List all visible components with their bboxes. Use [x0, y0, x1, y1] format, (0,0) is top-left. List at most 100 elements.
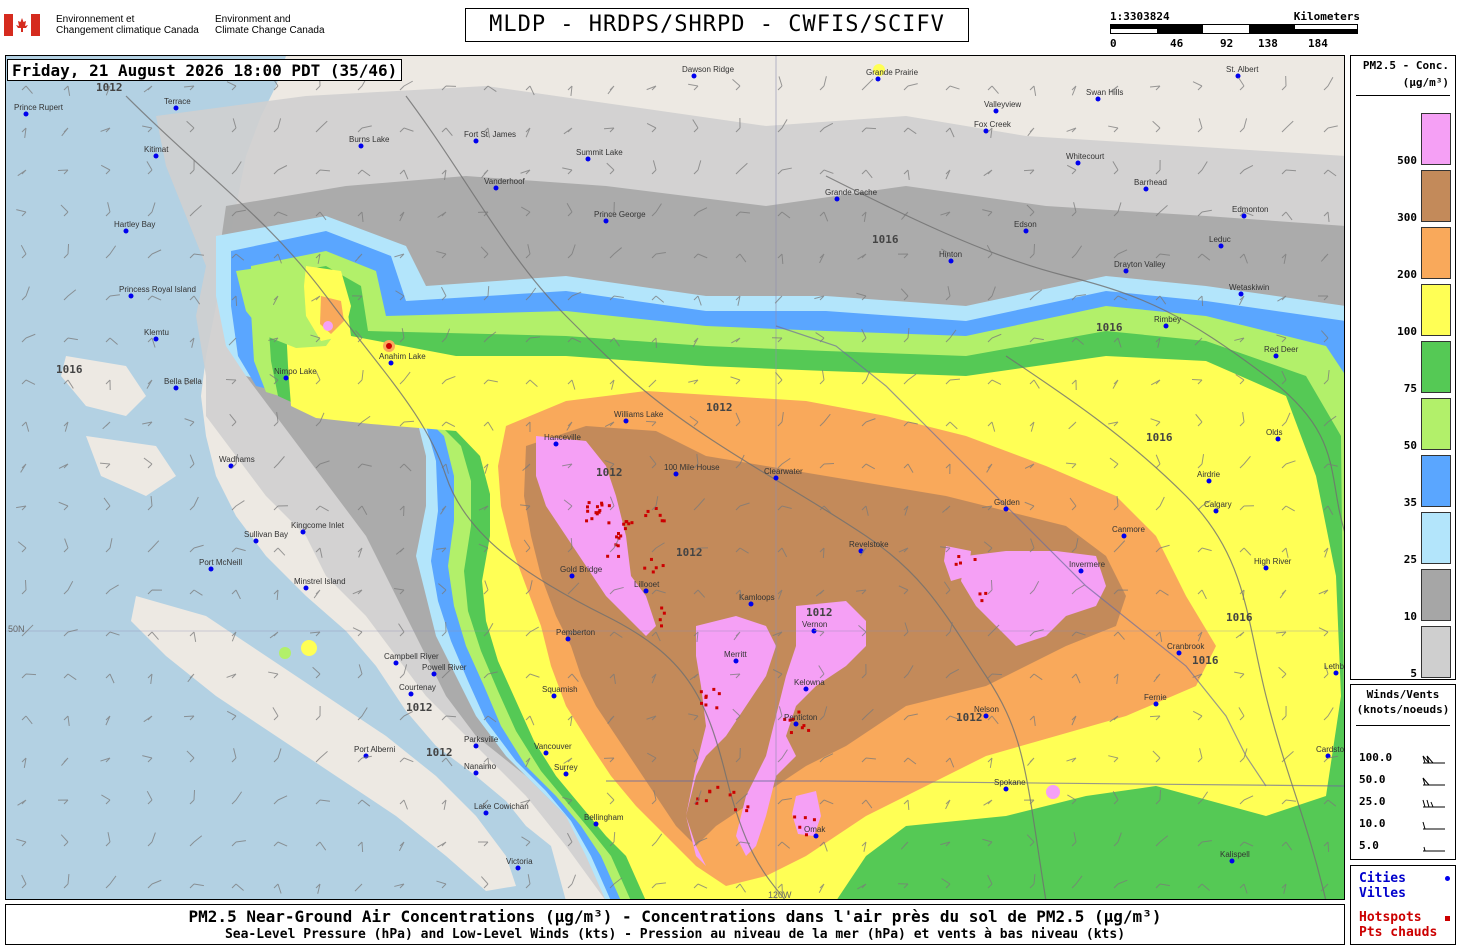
isobar-label: 1012 [596, 466, 623, 479]
city-label: Valleyview [984, 100, 1021, 109]
wind-barb-icon [1422, 755, 1445, 764]
agency-en-line1: Environment and [215, 14, 291, 25]
longitude-label: 120W [768, 890, 792, 900]
city-label: Nimpo Lake [274, 367, 317, 376]
hotspot-marker [644, 514, 648, 518]
city-marker [569, 573, 575, 579]
city-label: Whitecourt [1066, 152, 1105, 161]
city-marker [948, 258, 954, 264]
pm25-map[interactable]: 1012 1012 1012 1012 1012 1012 1012 1012 … [5, 55, 1345, 900]
isobar-label: 1016 [1146, 431, 1173, 444]
hotspot-marker [800, 726, 804, 730]
legend-swatch [1421, 512, 1451, 564]
hotspot-marker [712, 687, 716, 691]
city-marker [473, 743, 479, 749]
city-marker [358, 143, 364, 149]
city-marker [1023, 228, 1029, 234]
hotspot-marker [745, 809, 749, 813]
hotspot-marker [646, 509, 650, 513]
city-marker [643, 588, 649, 594]
city-label: Vancouver [534, 742, 572, 751]
hotspot-marker [704, 694, 708, 698]
city-label: Kamloops [739, 593, 775, 602]
wind-speed-label: 100.0 [1359, 751, 1393, 764]
city-marker [553, 441, 559, 447]
city-marker [1333, 670, 1339, 676]
isobar-label: 1016 [1192, 654, 1219, 667]
city-label: Merritt [724, 650, 747, 659]
hotspot-marker [595, 505, 599, 509]
city-marker [1218, 243, 1224, 249]
city-marker [1263, 565, 1269, 571]
hotspot-marker [957, 555, 961, 559]
city-marker [773, 475, 779, 481]
hotspot-marker [651, 570, 655, 574]
isobar-label: 1012 [426, 746, 453, 759]
city-label: Bellingham [584, 813, 624, 822]
city-label: Canmore [1112, 525, 1145, 534]
city-label: Prince Rupert [14, 103, 64, 112]
isobar-label: 1012 [806, 606, 833, 619]
hotspot-marker [658, 618, 662, 622]
city-label: Calgary [1204, 500, 1232, 509]
wind-legend-row: 25.0 [1359, 795, 1451, 813]
scale-tick-2: 92 [1220, 37, 1234, 50]
city-marker [515, 865, 521, 871]
hotspot-marker [649, 557, 653, 561]
hotspot-marker [607, 521, 611, 525]
city-label: Kalispell [1220, 850, 1250, 859]
hotspot-marker [622, 522, 626, 526]
legend-swatch-label: 200 [1397, 268, 1417, 281]
valid-datetime: Friday, 21 August 2026 18:00 PDT (35/46) [7, 59, 403, 81]
hotspot-marker [585, 519, 589, 523]
city-marker [173, 385, 179, 391]
hotspot-marker [732, 790, 736, 794]
city-marker [1238, 291, 1244, 297]
hotspot-marker [789, 731, 793, 735]
legend-swatch [1421, 455, 1451, 507]
city-marker [173, 105, 179, 111]
legend-swatch [1421, 284, 1451, 336]
hotspot-marker [715, 706, 719, 710]
city-marker [1003, 506, 1009, 512]
wind-speed-label: 5.0 [1359, 839, 1379, 852]
city-marker [691, 73, 697, 79]
city-marker [983, 128, 989, 134]
city-label: Clearwater [764, 467, 803, 476]
hotspot-marker [590, 517, 594, 521]
hotspot-marker [660, 519, 664, 523]
city-label: 100 Mile House [664, 463, 720, 472]
hotspot-marker [660, 606, 664, 610]
city-marker [431, 671, 437, 677]
hotspot-marker [954, 562, 958, 566]
city-marker [473, 138, 479, 144]
city-marker [1143, 186, 1149, 192]
city-label: Barrhead [1134, 178, 1167, 187]
city-marker-icon [1445, 876, 1450, 881]
city-marker [393, 660, 399, 666]
city-label: Summit Lake [576, 148, 623, 157]
city-label: Nanaimo [464, 762, 497, 771]
city-label: Hinton [939, 250, 962, 259]
city-label: Gold Bridge [560, 565, 603, 574]
city-label: Dawson Ridge [682, 65, 735, 74]
city-marker [1275, 436, 1281, 442]
city-label: Rimbey [1154, 315, 1181, 324]
city-marker [253, 538, 259, 544]
pm25-legend-unit: (µg/m³) [1402, 76, 1449, 89]
legend-swatch-label: 10 [1403, 610, 1417, 623]
wind-legend-row: 10.0 [1359, 817, 1451, 835]
city-marker [793, 721, 799, 727]
scale-bar: 1:3303824 Kilometers 0 46 92 138 184 [1108, 10, 1360, 52]
city-label: Fernie [1144, 693, 1167, 702]
caption-line2: Sea-Level Pressure (hPa) and Low-Level W… [224, 927, 1126, 942]
city-marker [208, 566, 214, 572]
hotspots-label-en: Hotspots [1359, 910, 1422, 925]
legend-swatch-label: 25 [1403, 553, 1417, 566]
city-label: Sullivan Bay [244, 530, 288, 539]
hotspot-marker [984, 591, 988, 595]
scale-unit: Kilometers [1293, 10, 1360, 23]
city-marker [388, 360, 394, 366]
hotspot-marker [746, 805, 750, 809]
hotspot-marker [594, 511, 598, 515]
